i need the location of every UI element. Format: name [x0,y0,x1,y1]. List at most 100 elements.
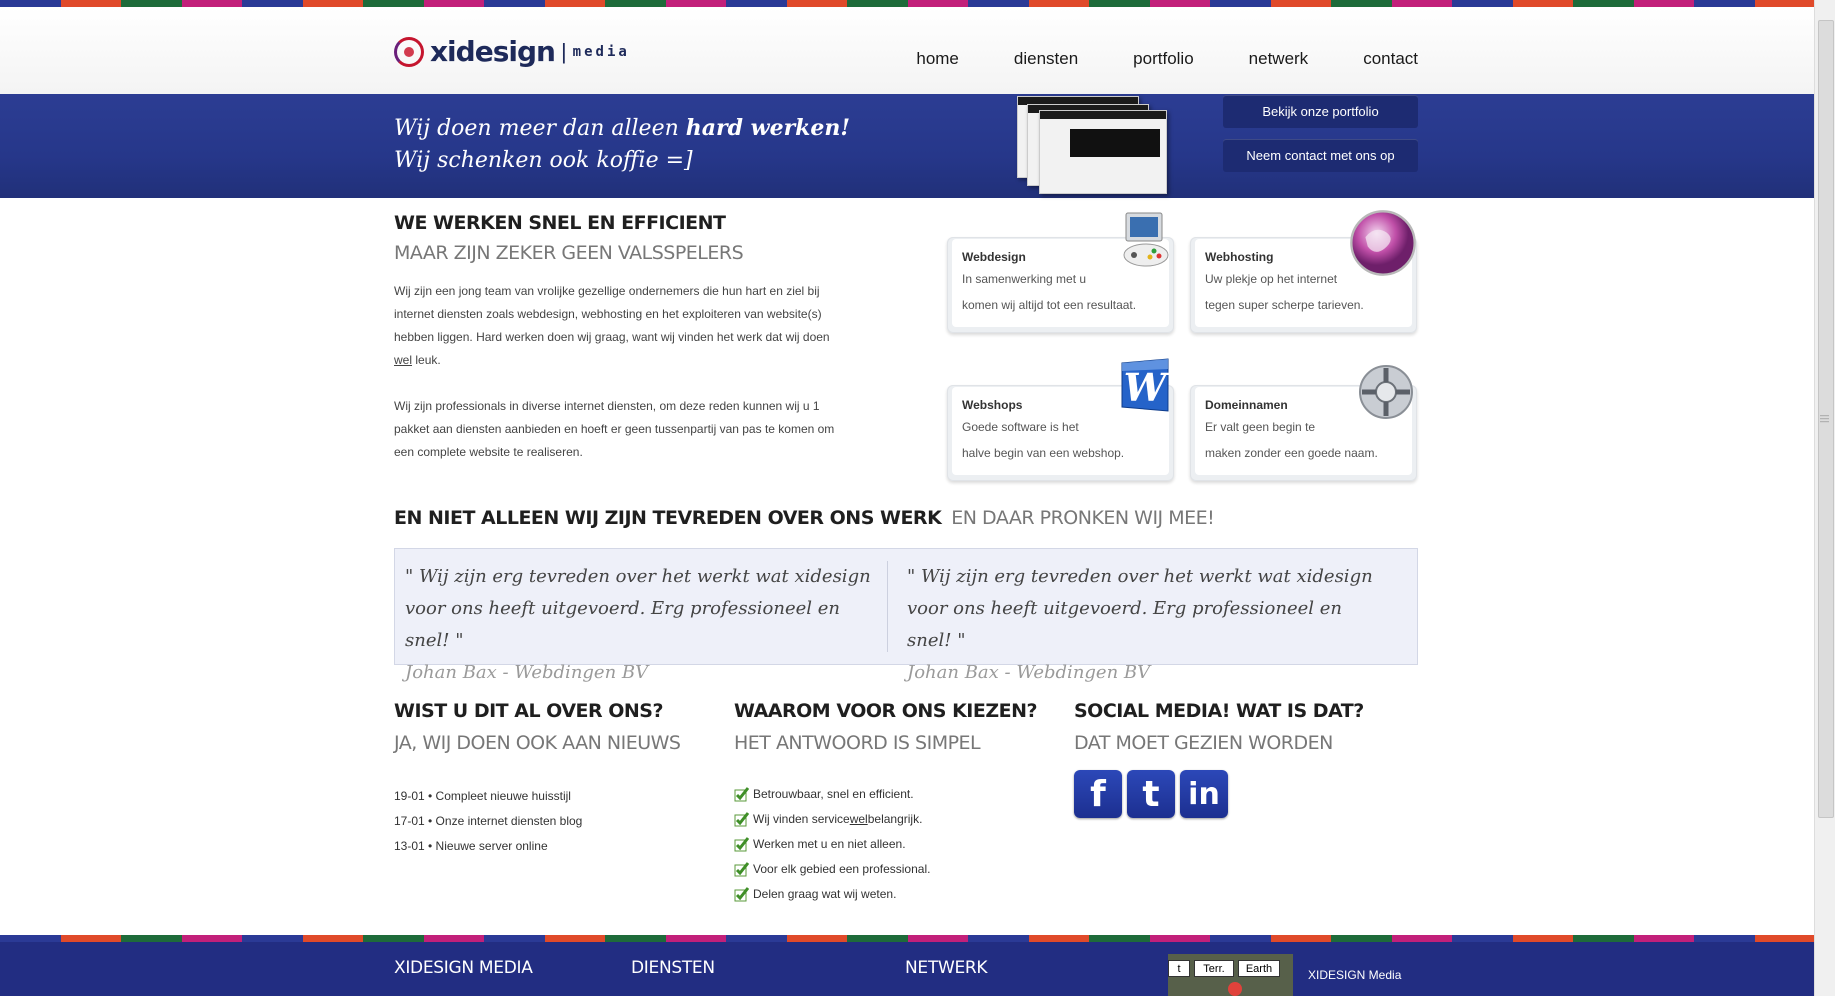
gamepad-monitor-icon [1123,212,1169,267]
page-scrollbar[interactable]: — — — [1814,0,1835,996]
logo-subtitle: media [572,43,630,60]
stripe-segment [1633,0,1694,7]
twitter-icon[interactable]: t [1127,770,1175,818]
stripe-segment [60,935,121,942]
contact-us-button[interactable]: Neem contact met ons op [1223,139,1418,172]
view-portfolio-button[interactable]: Bekijk onze portfolio [1223,95,1418,128]
stripe-segment [907,935,968,942]
nav-portfolio[interactable]: portfolio [1133,49,1193,69]
check-item: Betrouwbaar, snel en efficient. [734,782,1054,807]
social-title: SOCIAL MEDIA! WAT IS DAT? [1074,700,1364,722]
news-item[interactable]: 13-01 • Nieuwe server online [394,834,714,859]
news-item[interactable]: 19-01 • Compleet nieuwe huisstijl [394,784,714,809]
stripe-segment [1633,935,1694,942]
stripe-segment [665,935,726,942]
stripe-segment [1331,935,1392,942]
stripe-segment [242,0,303,7]
intro-paragraph-1: Wij zijn een jong team van vrolijke geze… [394,284,830,367]
stripe-segment [1512,0,1573,7]
stripe-segment [1452,0,1513,7]
map-terrain-button[interactable]: Terr. [1194,960,1234,977]
stripe-segment [1210,0,1271,7]
stripe-segment [484,0,545,7]
stripe-segment [484,935,545,942]
news-list: 19-01 • Compleet nieuwe huisstijl 17-01 … [394,784,714,859]
stripe-segment [847,935,908,942]
google-map[interactable]: t Terr. Earth [1168,954,1293,996]
banner-slogan: Wij doen meer dan alleen hard werken! Wi… [394,115,851,173]
service-webdesign[interactable]: Webdesign In samenwerking met u komen wij… [947,212,1174,333]
stripe-segment [242,935,303,942]
nav-diensten[interactable]: diensten [1014,49,1078,69]
stripe-segment [968,935,1029,942]
check-item: Delen graag wat wij weten. [734,882,1054,907]
map-marker-icon [1228,982,1242,996]
service-domeinnamen[interactable]: Domeinnamen Er valt geen begin te maken z… [1190,365,1417,481]
logo-separator: | [560,38,567,64]
footer-heading-diensten: DIENSTEN [631,958,715,978]
stripe-segment [1149,935,1210,942]
stripe-segment [968,0,1029,7]
news-item[interactable]: 17-01 • Onze internet diensten blog [394,809,714,834]
checkmark-icon [734,787,749,802]
stripe-segment [1149,0,1210,7]
stripe-segment [847,0,908,7]
intro-paragraph-2: Wij zijn professionals in diverse intern… [394,399,835,459]
svg-text:W: W [1124,365,1170,410]
intro-title: WE WERKEN SNEL EN EFFICIENT [394,212,726,234]
social-subtitle: DAT MOET GEZIEN WORDEN [1074,732,1333,754]
stripe-segment [302,0,363,7]
map-earth-button[interactable]: Earth [1238,960,1280,977]
stripe-segment [363,935,424,942]
stripe-segment [121,0,182,7]
stripe-segment [0,0,61,7]
checkmark-icon [734,837,749,852]
stripe-segment [1391,935,1452,942]
news-title: WIST U DIT AL OVER ONS? [394,700,664,722]
logo-mark-icon [394,36,424,67]
stripe-segment [1754,0,1815,7]
footer-address-name: XIDESIGN Media [1308,968,1402,982]
stripe-segment [0,935,61,942]
check-item: Voor elk gebied een professional. [734,857,1054,882]
service-webhosting[interactable]: Webhosting Uw plekje op het internet tege… [1190,210,1417,333]
stripe-segment [60,0,121,7]
testimonials-subtitle: EN DAAR PRONKEN WIJ MEE! [951,507,1215,529]
why-title: WAAROM VOOR ONS KIEZEN? [734,700,1038,722]
stripe-segment [907,0,968,7]
stripe-segment [1754,935,1815,942]
footer-heading-xidesign: XIDESIGN MEDIA [394,958,533,978]
nav-netwerk[interactable]: netwerk [1249,49,1309,69]
testimonial-quote: " Wij zijn erg tevreden over het werkt w… [405,561,875,689]
globe-icon [1350,210,1416,276]
stripe-segment [1331,0,1392,7]
stripe-segment [1573,935,1634,942]
facebook-icon[interactable]: f [1074,770,1122,818]
service-description: Goede software is het halve begin van een… [962,420,1125,460]
stripe-segment [605,935,666,942]
site-header: xidesign | media home diensten portfolio… [0,7,1815,94]
stripe-segment [181,935,242,942]
scrollbar-grip-icon: — — — [1820,410,1829,426]
news-subtitle: JA, WIJ DOEN OOK AAN NIEUWS [394,732,681,754]
stripe-segment [1573,0,1634,7]
checkmark-icon [734,862,749,877]
nav-contact[interactable]: contact [1363,49,1418,69]
stripe-segment [786,935,847,942]
social-buttons: f t in [1074,770,1394,818]
stripe-segment [1089,935,1150,942]
main-nav: home diensten portfolio netwerk contact [861,49,1418,69]
stripe-segment [121,935,182,942]
stripe-segment [665,0,726,7]
stripe-segment [1028,935,1089,942]
stripe-segment [181,0,242,7]
stripe-segment [423,0,484,7]
linkedin-icon[interactable]: in [1180,770,1228,818]
word-w-icon: W [1121,358,1170,412]
map-type-button[interactable]: t [1168,960,1190,977]
service-webshops[interactable]: Webshops Goede software is het halve begi… [947,358,1174,481]
nav-home[interactable]: home [916,49,959,69]
stripe-segment [605,0,666,7]
footer-color-stripe [0,935,1815,942]
site-logo[interactable]: xidesign | media [394,35,630,68]
